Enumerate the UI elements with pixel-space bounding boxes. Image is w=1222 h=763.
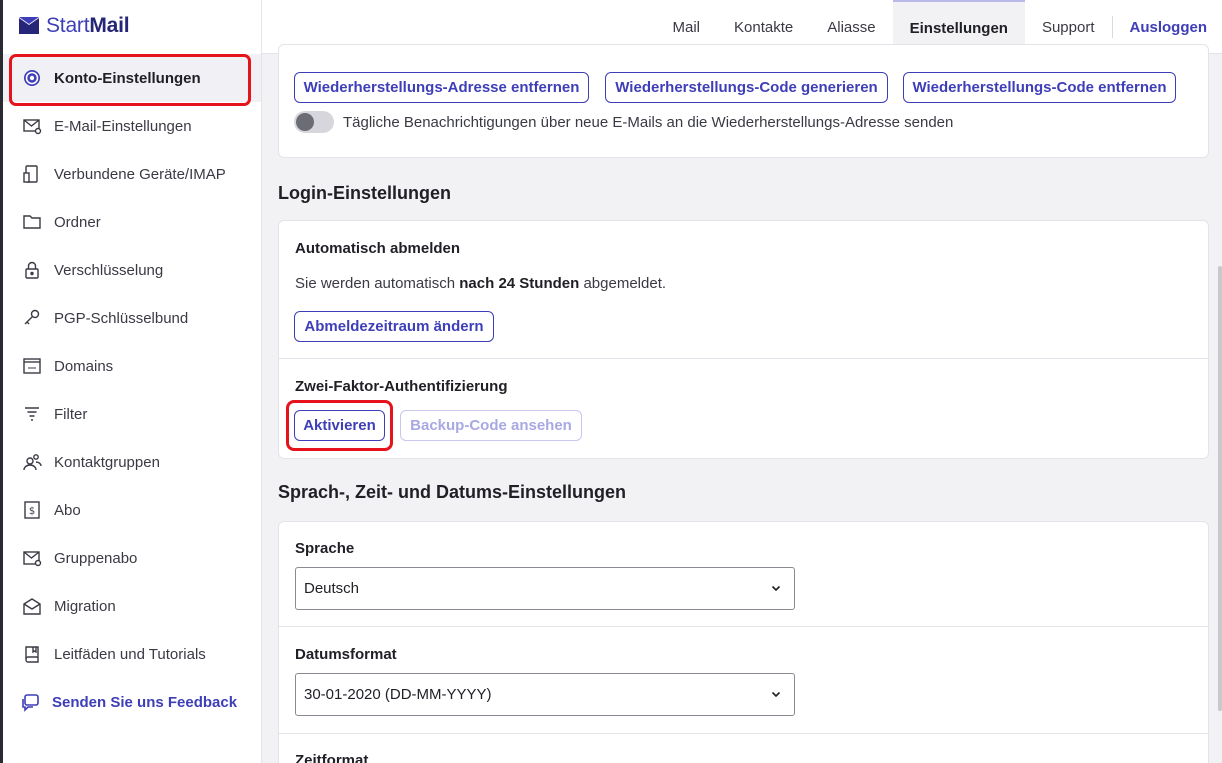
sidebar-item-label: Migration: [54, 597, 116, 615]
sidebar-item-email-settings[interactable]: E-Mail-Einstellungen: [3, 102, 261, 150]
sidebar-item-label: Kontaktgruppen: [54, 453, 160, 471]
mail-settings-icon: [23, 119, 42, 135]
envelope-logo-icon: [19, 17, 39, 34]
sidebar-item-label: Filter: [54, 405, 88, 423]
sidebar-item-pgp-keyring[interactable]: PGP-Schlüsselbund: [3, 294, 261, 342]
contact-group-icon: [23, 454, 42, 471]
key-icon: [24, 309, 40, 325]
sidebar-item-encryption[interactable]: Verschlüsselung: [3, 246, 261, 294]
svg-text:$: $: [29, 506, 35, 517]
book-icon: [25, 646, 39, 663]
feedback-link[interactable]: Senden Sie uns Feedback: [3, 678, 261, 726]
sidebar-item-migration[interactable]: Migration: [3, 582, 261, 630]
domain-icon: [23, 358, 41, 374]
settings-nav: Konto-Einstellungen E-Mail-Einstellungen…: [3, 54, 261, 726]
login-settings-card: Automatisch abmelden Sie werden automati…: [278, 220, 1209, 459]
settings-content: Wiederherstellungs-Adresse entfernen Wie…: [262, 44, 1222, 763]
language-select[interactable]: Deutsch: [295, 567, 795, 610]
feedback-label: Senden Sie uns Feedback: [52, 693, 238, 711]
scrollbar-thumb[interactable]: [1218, 266, 1222, 711]
date-format-value: 30-01-2020 (DD-MM-YYYY): [304, 686, 492, 703]
sidebar-item-folders[interactable]: Ordner: [3, 198, 261, 246]
sidebar-item-label: Verbundene Geräte/IMAP: [54, 165, 226, 183]
card-divider: [279, 358, 1208, 359]
sidebar-item-account-settings[interactable]: Konto-Einstellungen: [3, 54, 261, 106]
sidebar-item-label: Ordner: [54, 213, 101, 231]
sidebar-item-label: Leitfäden und Tutorials: [54, 645, 206, 663]
chevron-down-icon: [771, 691, 781, 698]
change-logout-period-button[interactable]: Abmeldezeitraum ändern: [294, 311, 494, 342]
time-format-label: Zeitformat: [295, 752, 369, 763]
migration-icon: [23, 598, 41, 615]
sidebar-item-label: E-Mail-Einstellungen: [54, 117, 192, 135]
auto-logout-description: Sie werden automatisch nach 24 Stunden a…: [295, 275, 667, 292]
remove-recovery-code-button[interactable]: Wiederherstellungs-Code entfernen: [903, 72, 1176, 103]
brand-name: StartMail: [46, 14, 130, 37]
date-format-select[interactable]: 30-01-2020 (DD-MM-YYYY): [295, 673, 795, 716]
card-divider: [279, 626, 1208, 627]
sidebar-item-domains[interactable]: Domains: [3, 342, 261, 390]
remove-recovery-address-button[interactable]: Wiederherstellungs-Adresse entfernen: [294, 72, 589, 103]
sidebar-item-connected-devices[interactable]: Verbundene Geräte/IMAP: [3, 150, 261, 198]
language-value: Deutsch: [304, 580, 360, 597]
sidebar-item-group-subscription[interactable]: Gruppenabo: [3, 534, 261, 582]
sidebar-item-label: Domains: [54, 357, 114, 375]
sidebar-item-contact-groups[interactable]: Kontaktgruppen: [3, 438, 261, 486]
lock-icon: [25, 261, 39, 279]
daily-notifications-toggle[interactable]: [294, 111, 334, 133]
feedback-icon: [22, 694, 39, 712]
gear-icon: [24, 70, 40, 86]
two-factor-title: Zwei-Faktor-Authentifizierung: [295, 378, 508, 395]
view-backup-code-button[interactable]: Backup-Code ansehen: [400, 410, 582, 441]
card-divider: [279, 733, 1208, 734]
sidebar-item-label: Konto-Einstellungen: [54, 69, 201, 87]
login-settings-heading: Login-Einstellungen: [278, 183, 451, 203]
sidebar-item-label: Gruppenabo: [54, 549, 138, 567]
subscription-icon: $: [24, 501, 40, 519]
locale-settings-heading: Sprach-, Zeit- und Datums-Einstellungen: [278, 482, 627, 502]
daily-notifications-label: Tägliche Benachrichtigungen über neue E-…: [343, 114, 954, 131]
locale-settings-card: Sprache Deutsch Datumsformat 30-01-2020 …: [278, 521, 1209, 763]
folder-icon: [23, 215, 41, 229]
sidebar: StartMail Konto-Einstellungen E-Mail-Ein…: [0, 0, 262, 763]
generate-recovery-code-button[interactable]: Wiederherstellungs-Code generieren: [605, 72, 888, 103]
auto-logout-title: Automatisch abmelden: [295, 240, 461, 257]
startmail-logo[interactable]: StartMail: [18, 14, 130, 38]
sidebar-item-guides[interactable]: Leitfäden und Tutorials: [3, 630, 261, 678]
sidebar-item-label: Abo: [54, 501, 81, 519]
auto-logout-period: nach 24 Stunden: [459, 275, 580, 292]
devices-icon: [23, 165, 38, 183]
date-format-label: Datumsformat: [295, 646, 397, 663]
sidebar-item-filter[interactable]: Filter: [3, 390, 261, 438]
sidebar-item-label: Verschlüsselung: [54, 261, 164, 279]
sidebar-item-label: PGP-Schlüsselbund: [54, 309, 189, 327]
language-label: Sprache: [295, 540, 355, 557]
filter-icon: [25, 407, 39, 421]
sidebar-item-subscription[interactable]: $ Abo: [3, 486, 261, 534]
chevron-down-icon: [771, 585, 781, 592]
recovery-card: Wiederherstellungs-Adresse entfernen Wie…: [278, 44, 1209, 158]
group-subscription-icon: [23, 551, 42, 567]
activate-highlight-box: [286, 400, 393, 451]
